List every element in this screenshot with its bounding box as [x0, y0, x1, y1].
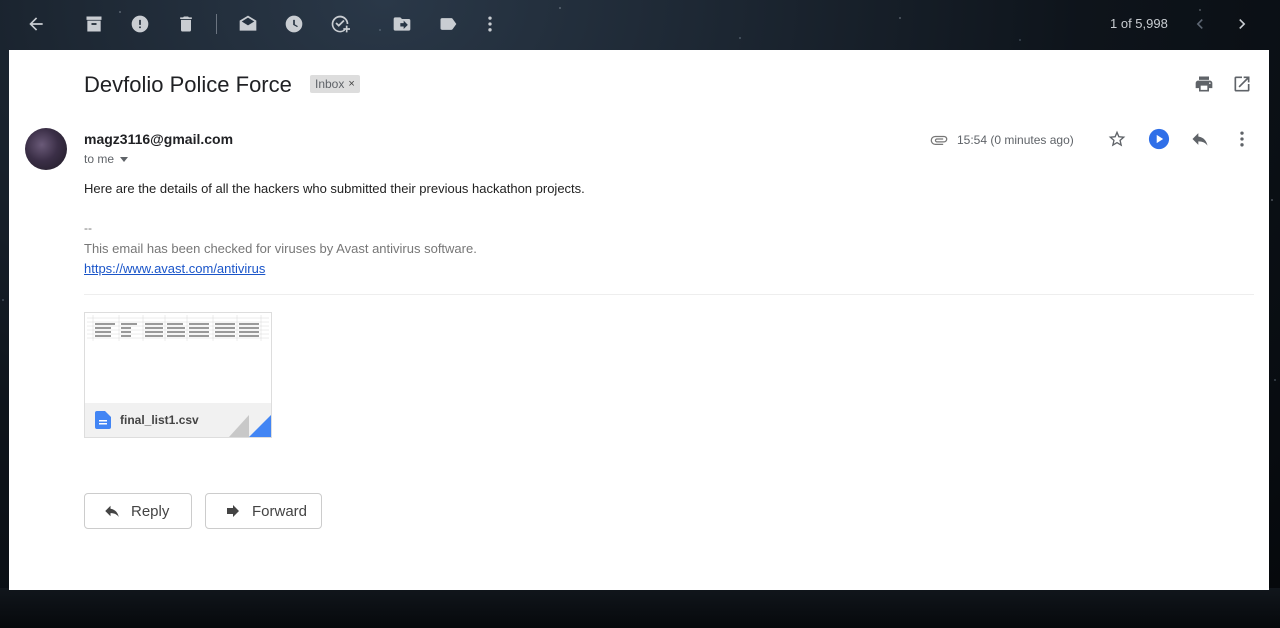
pager-count: 1 of 5,998 [1110, 16, 1168, 31]
remove-label-icon[interactable]: × [348, 78, 354, 90]
reply-button[interactable]: Reply [84, 493, 192, 529]
open-new-window-icon[interactable] [1230, 72, 1254, 96]
background-ground [0, 588, 1280, 628]
attachment-card[interactable]: final_list1.csv [84, 312, 272, 438]
email-toolbar: 1 of 5,998 [0, 0, 1280, 48]
reply-label: Reply [131, 502, 170, 520]
reply-arrow-icon[interactable] [1188, 127, 1212, 151]
recipient-text: to me [84, 152, 115, 166]
email-view: Devfolio Police Force Inbox × magz3116@g… [9, 50, 1269, 590]
attachment-paperclip-icon [930, 135, 948, 145]
signature-text: This email has been checked for viruses … [84, 241, 477, 256]
toolbar-divider [216, 14, 217, 34]
snooze-clock-icon[interactable] [282, 12, 306, 36]
older-chevron-right-icon[interactable] [1230, 12, 1254, 36]
forward-button[interactable]: Forward [205, 493, 322, 529]
reply-icon [105, 505, 119, 517]
sender-avatar[interactable] [25, 128, 67, 170]
forward-icon [227, 505, 239, 517]
move-to-icon[interactable] [390, 12, 414, 36]
more-options-icon[interactable] [1230, 127, 1254, 151]
mark-unread-icon[interactable] [236, 12, 260, 36]
label-chip-text: Inbox [315, 77, 345, 91]
email-timestamp: 15:54 (0 minutes ago) [957, 133, 1074, 147]
delete-icon[interactable] [174, 12, 198, 36]
recipient-details[interactable]: to me [84, 152, 129, 166]
print-icon[interactable] [1192, 72, 1216, 96]
more-vertical-icon[interactable] [478, 12, 502, 36]
forward-label: Forward [252, 502, 308, 520]
attachment-divider [84, 294, 1254, 295]
signature-separator: -- [84, 221, 92, 235]
signature-link[interactable]: https://www.avast.com/antivirus [84, 261, 265, 276]
star-icon[interactable] [1105, 127, 1129, 151]
label-icon[interactable] [436, 12, 460, 36]
report-spam-icon[interactable] [128, 12, 152, 36]
newer-chevron-left-icon[interactable] [1188, 12, 1212, 36]
archive-icon[interactable] [82, 12, 106, 36]
play-icon[interactable] [1147, 127, 1171, 151]
caret-down-icon [120, 156, 129, 162]
email-body: Here are the details of all the hackers … [84, 181, 585, 196]
sender-email[interactable]: magz3116@gmail.com [84, 131, 233, 147]
label-chip-inbox[interactable]: Inbox × [310, 75, 360, 93]
back-arrow-icon[interactable] [24, 12, 48, 36]
attachment-filename: final_list1.csv [120, 413, 199, 427]
spreadsheet-preview-thumbnail [87, 315, 269, 341]
email-subject: Devfolio Police Force [84, 72, 292, 97]
page-fold-corner [229, 415, 271, 437]
email-meta: 15:54 (0 minutes ago) [929, 130, 1074, 150]
add-to-tasks-icon[interactable] [328, 12, 352, 36]
document-icon [95, 411, 111, 429]
